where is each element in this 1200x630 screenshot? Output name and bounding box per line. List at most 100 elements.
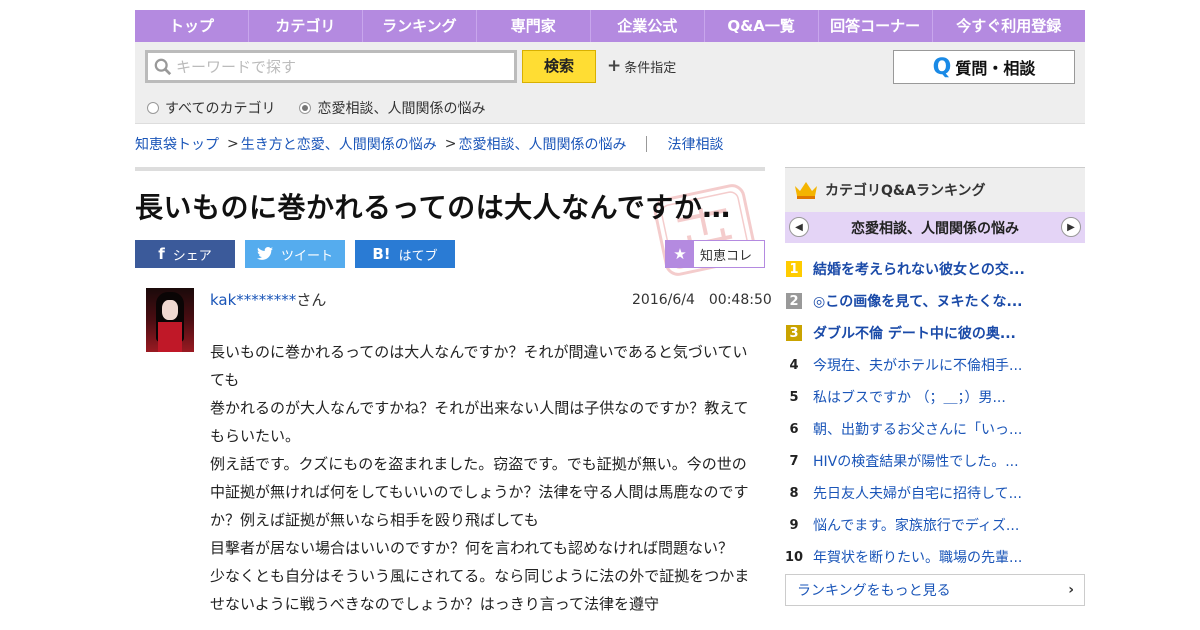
- radio-current-category[interactable]: 恋愛相談、人間関係の悩み: [299, 98, 485, 118]
- ranking-item-title[interactable]: 年賀状を断りたい。職場の先輩...: [813, 547, 1022, 567]
- ranking-item[interactable]: 5 私はブスですか （；＿；）男...: [785, 381, 1085, 413]
- question-paragraph: 少なくとも自分はそういう風にされてる。なら同じように法の外で証拠をつかませないよ…: [210, 567, 750, 613]
- hatena-share-button[interactable]: B! はてブ: [355, 240, 455, 268]
- nav-item-register[interactable]: 今すぐ利用登録: [933, 10, 1085, 42]
- ranking-header: カテゴリQ&Aランキング: [785, 167, 1085, 212]
- ranking-item[interactable]: 4 今現在、夫がホテルに不倫相手...: [785, 349, 1085, 381]
- search-area: 検索 + 条件指定 Q 質問・相談 すべてのカテゴリ 恋愛相談、人間関係の悩み: [135, 42, 1085, 124]
- radio-all-label: すべてのカテゴリ: [165, 101, 276, 117]
- ranking-item[interactable]: 7 HIVの検査結果が陽性でした。...: [785, 445, 1085, 477]
- rank-number: 10: [784, 549, 804, 565]
- breadcrumb-separator: >: [227, 136, 239, 152]
- ranking-item-title[interactable]: 結婚を考えられない彼女との交...: [813, 259, 1025, 279]
- crown-icon: [795, 182, 817, 199]
- radio-dot-icon: [147, 102, 159, 114]
- question-author: kak********さん: [210, 289, 326, 310]
- ranking-item[interactable]: 6 朝、出勤するお父さんに「いっ...: [785, 413, 1085, 445]
- question-paragraph: 長いものに巻かれるってのは大人なんですか？それが間違いであると気づいていても: [210, 343, 748, 389]
- ranking-item[interactable]: 2 ◎この画像を見て、ヌキたくな...: [785, 285, 1085, 317]
- question-q-icon: Q: [932, 54, 952, 80]
- facebook-share-label: シェア: [172, 248, 212, 264]
- breadcrumb-separator: >: [444, 136, 457, 152]
- ranking-item[interactable]: 10 年賀状を断りたい。職場の先輩...: [785, 541, 1085, 573]
- ask-question-label: 質問・相談: [955, 59, 1036, 78]
- global-nav: トップ カテゴリ ランキング 専門家 企業公式 Q&A一覧 回答コーナー 今すぐ…: [135, 10, 1085, 42]
- radio-current-label: 恋愛相談、人間関係の悩み: [317, 101, 486, 117]
- ranking-category-bar: ◀ 恋愛相談、人間関係の悩み ▶: [785, 212, 1085, 243]
- ranking-category-label: 恋愛相談、人間関係の悩み: [851, 220, 1019, 237]
- hatena-bookmark-icon: B!: [372, 245, 391, 263]
- search-icon: [154, 58, 172, 75]
- related-category-link[interactable]: 法律相談: [667, 134, 723, 154]
- chiekore-label: 知恵コレ: [700, 248, 753, 264]
- nav-item-top[interactable]: トップ: [135, 10, 249, 42]
- search-box: [145, 50, 517, 83]
- conditions-link[interactable]: + 条件指定: [607, 56, 676, 76]
- nav-item-qa-list[interactable]: Q&A一覧: [705, 10, 819, 42]
- question-paragraph: 巻かれるのが大人なんですかね？それが出来ない人間は子供なのですか？教えてもらいた…: [210, 399, 749, 445]
- ranking-item-title[interactable]: 悩んでます。家族旅行でディズ...: [813, 515, 1019, 535]
- twitter-share-label: ツイート: [280, 248, 333, 264]
- hatena-share-label: はてブ: [398, 248, 438, 264]
- rank-number: 4: [789, 357, 799, 373]
- rank-number: 6: [789, 421, 799, 437]
- more-ranking-button[interactable]: ランキングをもっと見る ›: [785, 574, 1085, 606]
- question-title: 長いものに巻かれるってのは大人なんですか…: [135, 191, 731, 224]
- facebook-share-button[interactable]: f シェア: [135, 240, 235, 268]
- rank-badge-bronze: 3: [786, 325, 802, 341]
- user-avatar[interactable]: [146, 288, 194, 352]
- more-ranking-label: ランキングをもっと見る: [797, 583, 951, 599]
- ranking-item-title[interactable]: HIVの検査結果が陽性でした。...: [813, 451, 1019, 471]
- ranking-item-title[interactable]: 先日友人夫婦が自宅に招待して...: [813, 483, 1022, 503]
- search-button[interactable]: 検索: [522, 50, 596, 83]
- ranking-item-title[interactable]: ダブル不倫 デート中に彼の奥...: [813, 323, 1016, 343]
- avatar-dress: [158, 322, 182, 352]
- ranking-header-label: カテゴリQ&Aランキング: [825, 183, 986, 199]
- ranking-item[interactable]: 9 悩んでます。家族旅行でディズ...: [785, 509, 1085, 541]
- share-buttons: f シェア ツイート B! はてブ: [135, 240, 465, 268]
- chiekore-button[interactable]: ★ 知恵コレ: [665, 240, 765, 268]
- nav-item-category[interactable]: カテゴリ: [249, 10, 363, 42]
- ranking-item-title[interactable]: ◎この画像を見て、ヌキたくな...: [813, 291, 1022, 311]
- ranking-item-title[interactable]: 朝、出勤するお父さんに「いっ...: [813, 419, 1022, 439]
- nav-item-official[interactable]: 企業公式: [591, 10, 705, 42]
- breadcrumb: 知恵袋トップ > 生き方と恋愛、人間関係の悩み > 恋愛相談、人間関係の悩み 法…: [135, 134, 723, 154]
- nav-item-answer-corner[interactable]: 回答コーナー: [819, 10, 933, 42]
- author-id-link[interactable]: kak********: [210, 291, 296, 309]
- question-paragraph: 例え話です。クズにものを盗まれました。窃盗です。でも証拠が無い。今の世の中証拠が…: [210, 455, 749, 529]
- next-category-arrow-icon[interactable]: ▶: [1061, 217, 1081, 237]
- twitter-bird-icon: [256, 247, 273, 260]
- breadcrumb-item-top[interactable]: 知恵袋トップ: [135, 134, 219, 154]
- ranking-item-title[interactable]: 今現在、夫がホテルに不倫相手...: [813, 355, 1022, 375]
- rank-badge-gold: 1: [786, 261, 802, 277]
- chevron-right-icon: ›: [1068, 582, 1074, 598]
- rank-number: 7: [789, 453, 799, 469]
- twitter-share-button[interactable]: ツイート: [245, 240, 345, 268]
- nav-item-experts[interactable]: 専門家: [477, 10, 591, 42]
- ask-question-button[interactable]: Q 質問・相談: [893, 50, 1075, 84]
- breadcrumb-item-life[interactable]: 生き方と恋愛、人間関係の悩み: [241, 134, 437, 154]
- rank-number: 9: [789, 517, 799, 533]
- rank-number: 5: [789, 389, 799, 405]
- search-input[interactable]: [176, 57, 496, 76]
- radio-all-categories[interactable]: すべてのカテゴリ: [147, 98, 275, 118]
- ranking-item[interactable]: 3 ダブル不倫 デート中に彼の奥...: [785, 317, 1085, 349]
- facebook-icon: f: [158, 245, 165, 263]
- ranking-item[interactable]: 1 結婚を考えられない彼女との交...: [785, 253, 1085, 285]
- avatar-face: [162, 300, 178, 320]
- content-divider: [135, 167, 765, 171]
- ranking-list: 1 結婚を考えられない彼女との交... 2 ◎この画像を見て、ヌキたくな... …: [785, 253, 1085, 573]
- question-body: 長いものに巻かれるってのは大人なんですか？それが間違いであると気づいていても 巻…: [210, 338, 750, 618]
- category-scope-radios: すべてのカテゴリ 恋愛相談、人間関係の悩み: [147, 98, 509, 118]
- breadcrumb-item-love[interactable]: 恋愛相談、人間関係の悩み: [458, 134, 626, 154]
- star-icon: ★: [666, 241, 694, 267]
- nav-item-ranking[interactable]: ランキング: [363, 10, 477, 42]
- breadcrumb-divider: [646, 136, 648, 152]
- author-suffix: さん: [296, 291, 327, 309]
- question-paragraph: 目撃者が居ない場合はいいのですか？何を言われても認めなければ問題ない？: [210, 539, 734, 557]
- ranking-item[interactable]: 8 先日友人夫婦が自宅に招待して...: [785, 477, 1085, 509]
- question-date: 2016/6/4 00:48:50: [632, 292, 772, 308]
- rank-number: 8: [789, 485, 799, 501]
- prev-category-arrow-icon[interactable]: ◀: [789, 217, 809, 237]
- ranking-item-title[interactable]: 私はブスですか （；＿；）男...: [813, 387, 1006, 407]
